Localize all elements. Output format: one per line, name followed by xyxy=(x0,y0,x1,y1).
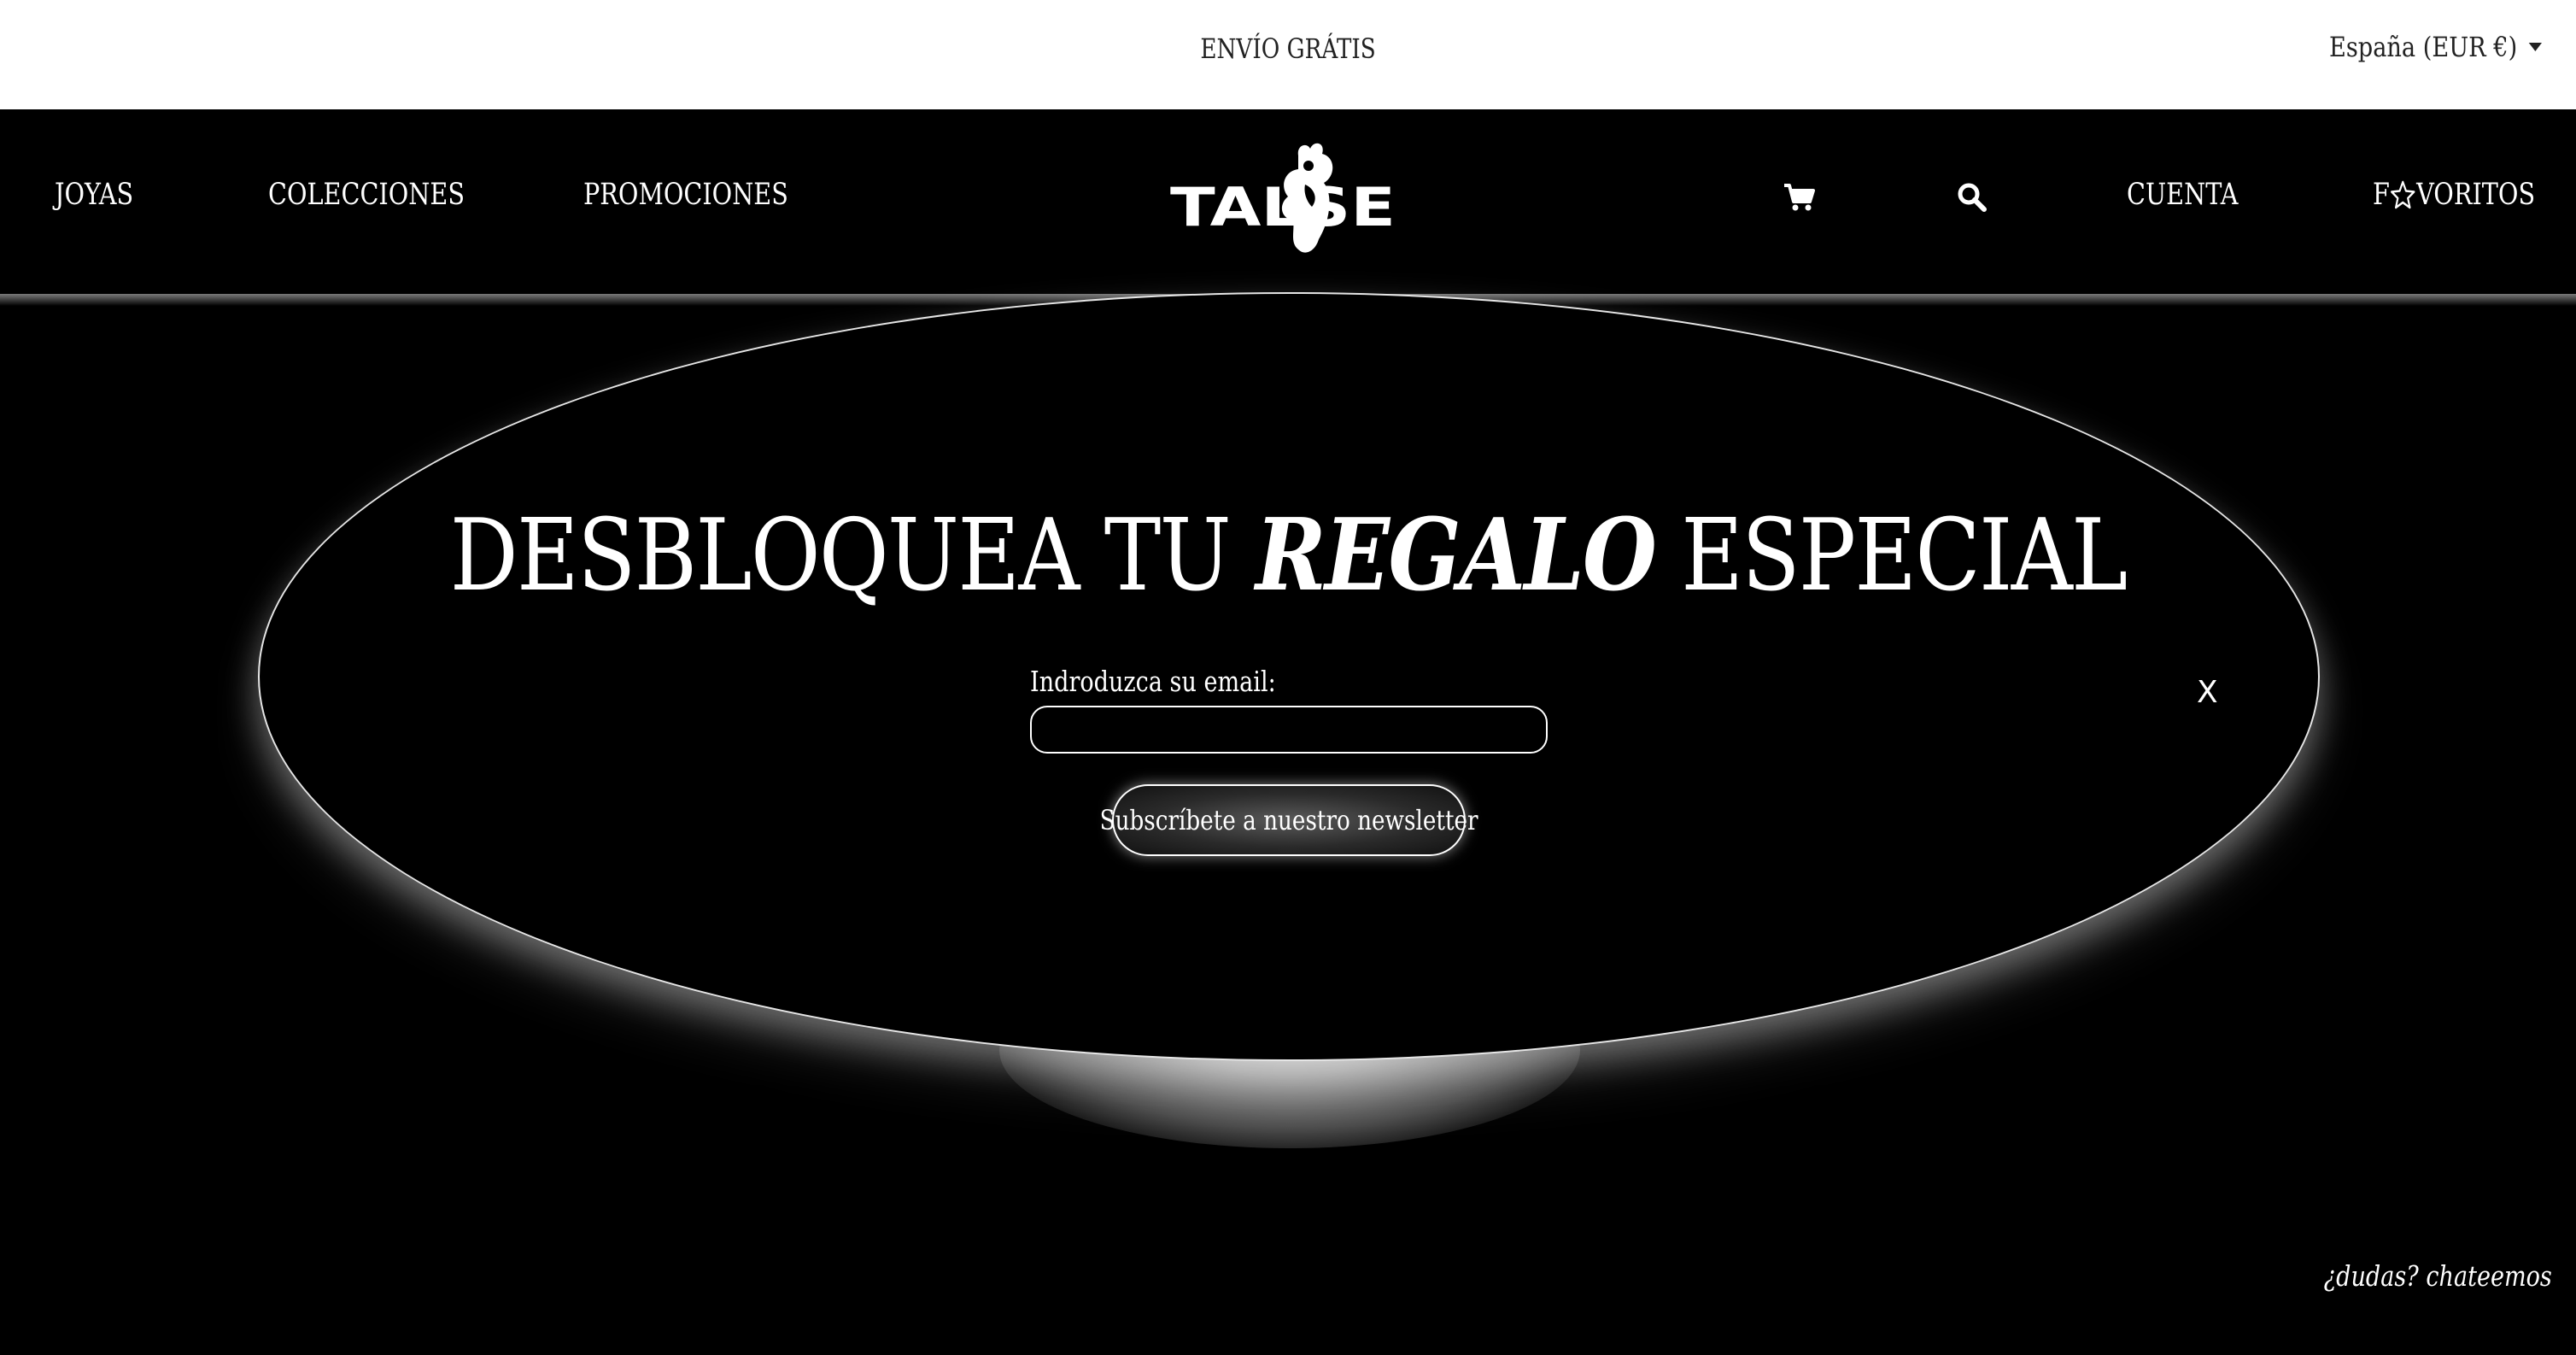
headline-pre: DESBLOQUEA TU xyxy=(449,498,1256,613)
favorites-link[interactable]: F VORITOS xyxy=(2373,178,2535,212)
email-input[interactable] xyxy=(1030,706,1548,754)
announcement-bar: ENVÍO GRÁTIS España (EUR €) xyxy=(0,0,2576,109)
main-navbar: JOYAS COLECCIONES PROMOCIONES TALSE CUEN… xyxy=(0,109,2576,294)
brand-logo[interactable]: TALSE xyxy=(1168,137,1397,265)
free-shipping-text: ENVÍO GRÁTIS xyxy=(1200,32,1376,65)
nav-item-colecciones[interactable]: COLECCIONES xyxy=(268,178,465,212)
region-label: España (EUR €) xyxy=(2328,31,2518,63)
nav-item-joyas[interactable]: JOYAS xyxy=(55,178,133,212)
cart-icon[interactable] xyxy=(1783,183,1816,215)
favorites-suffix: VORITOS xyxy=(2416,178,2536,212)
subscribe-label: Subscríbete a nuestro newsletter xyxy=(1099,804,1478,836)
caret-down-icon xyxy=(2528,43,2542,51)
account-link[interactable]: CUENTA xyxy=(2127,178,2239,212)
region-selector[interactable]: España (EUR €) xyxy=(2329,31,2542,63)
newsletter-popup xyxy=(258,292,2320,1061)
email-label: Indroduzca su email: xyxy=(1030,665,1276,698)
headline-emphasis: REGALO xyxy=(1255,497,1657,613)
popup-headline: DESBLOQUEA TU REGALO ESPECIAL xyxy=(0,497,2576,613)
nav-item-promociones[interactable]: PROMOCIONES xyxy=(583,178,788,212)
search-icon[interactable] xyxy=(1958,183,1987,215)
close-popup-button[interactable]: X xyxy=(2197,675,2218,710)
headline-post: ESPECIAL xyxy=(1655,498,2128,613)
star-outline-icon xyxy=(2391,180,2415,209)
favorites-prefix: F xyxy=(2373,178,2390,212)
subscribe-button[interactable]: Subscríbete a nuestro newsletter xyxy=(1100,784,1478,856)
chat-link[interactable]: ¿dudas? chateemos xyxy=(2324,1259,2552,1293)
